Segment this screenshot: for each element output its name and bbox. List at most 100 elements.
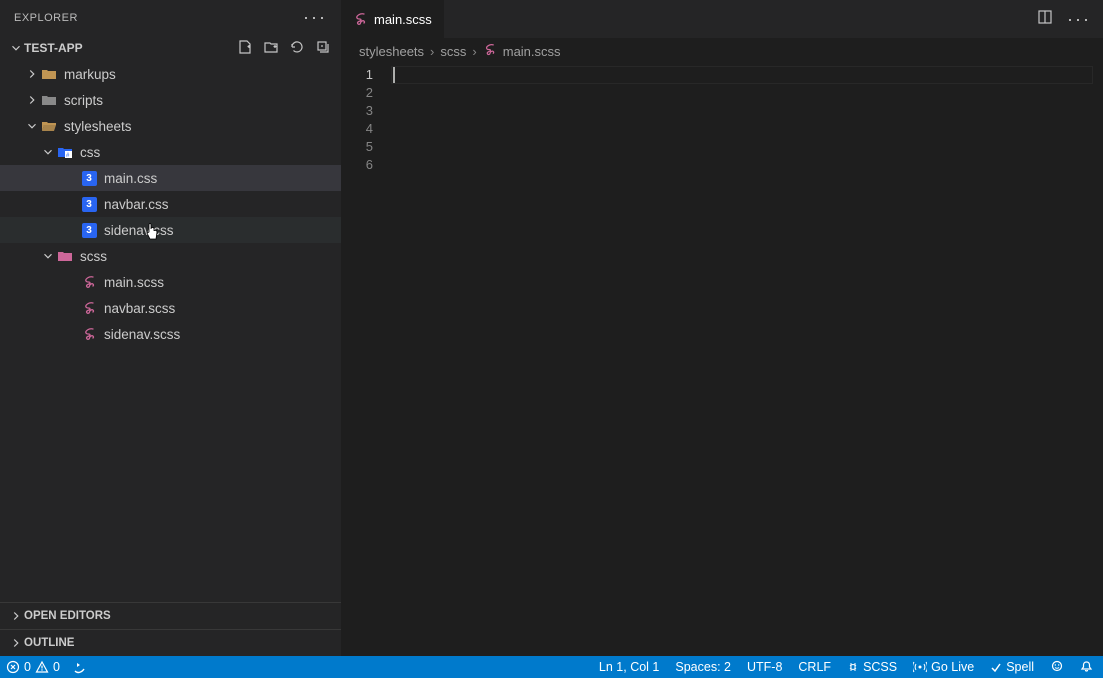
line-gutter: 1 2 3 4 5 6 [341, 64, 391, 656]
status-bell-icon[interactable] [1080, 660, 1093, 674]
project-name: TEST-APP [24, 41, 83, 55]
chevron-right-icon: › [472, 44, 476, 59]
new-file-icon[interactable] [237, 39, 253, 58]
status-language[interactable]: SCSS [847, 660, 897, 674]
scss-file-icon [80, 327, 98, 342]
explorer-header: EXPLORER ··· [0, 0, 341, 35]
text-cursor [393, 67, 395, 83]
line-number: 6 [341, 156, 373, 174]
chevron-right-icon: › [430, 44, 434, 59]
golive-label: Go Live [931, 660, 974, 674]
file-main-scss[interactable]: main.scss [0, 269, 341, 295]
file-label: sidenav.css [104, 223, 174, 238]
breadcrumb[interactable]: stylesheets › scss › main.scss [341, 38, 1103, 64]
collapse-all-icon[interactable] [315, 39, 331, 58]
css-folder-icon: # [56, 145, 74, 159]
chevron-right-icon [8, 609, 24, 623]
folder-label: scripts [64, 93, 103, 108]
folder-stylesheets[interactable]: stylesheets [0, 113, 341, 139]
scss-file-icon [483, 43, 497, 60]
folder-icon [40, 93, 58, 107]
line-number: 4 [341, 120, 373, 138]
refresh-icon[interactable] [289, 39, 305, 58]
current-line-highlight [391, 66, 1093, 84]
folder-label: stylesheets [64, 119, 132, 134]
scss-file-icon [353, 12, 368, 27]
section-label: OPEN EDITORS [24, 610, 111, 622]
status-bar: 0 0 Ln 1, Col 1 Spaces: 2 UTF-8 CRLF SCS… [0, 656, 1103, 678]
file-label: main.scss [104, 275, 164, 290]
spell-label: Spell [1006, 660, 1034, 674]
file-sidenav-css[interactable]: 3 sidenav.css [0, 217, 341, 243]
project-header[interactable]: TEST-APP [0, 35, 341, 61]
more-actions-icon[interactable]: ··· [1067, 9, 1091, 30]
chevron-right-icon [24, 67, 40, 81]
split-editor-icon[interactable] [1037, 9, 1053, 30]
explorer-sidebar: EXPLORER ··· TEST-APP markups [0, 0, 341, 656]
status-position[interactable]: Ln 1, Col 1 [599, 660, 659, 674]
code-editor[interactable]: 1 2 3 4 5 6 [341, 64, 1103, 656]
warning-count: 0 [53, 660, 60, 674]
breadcrumb-part[interactable]: scss [440, 44, 466, 59]
file-label: main.css [104, 171, 157, 186]
cursor-hand-icon [144, 223, 160, 244]
status-golive[interactable]: Go Live [913, 660, 974, 674]
file-label: navbar.css [104, 197, 169, 212]
status-feedback-icon[interactable] [1050, 660, 1064, 674]
file-label: navbar.scss [104, 301, 175, 316]
status-indent[interactable]: Spaces: 2 [675, 660, 731, 674]
scss-file-icon [80, 301, 98, 316]
chevron-down-icon [40, 249, 56, 263]
line-number: 1 [341, 66, 373, 84]
tab-actions: ··· [1037, 0, 1103, 38]
file-tree: markups scripts stylesheets # css 3 main… [0, 61, 341, 602]
breadcrumb-part[interactable]: stylesheets [359, 44, 424, 59]
status-debug[interactable] [72, 660, 88, 674]
scss-file-icon [80, 275, 98, 290]
status-spell[interactable]: Spell [990, 660, 1034, 674]
folder-label: css [80, 145, 100, 160]
line-number: 2 [341, 84, 373, 102]
file-label: sidenav.scss [104, 327, 180, 342]
explorer-title: EXPLORER [14, 12, 78, 24]
file-sidenav-scss[interactable]: sidenav.scss [0, 321, 341, 347]
folder-scripts[interactable]: scripts [0, 87, 341, 113]
language-label: SCSS [863, 660, 897, 674]
folder-scss[interactable]: scss [0, 243, 341, 269]
line-number: 5 [341, 138, 373, 156]
status-eol[interactable]: CRLF [798, 660, 831, 674]
chevron-down-icon [40, 145, 56, 159]
status-encoding[interactable]: UTF-8 [747, 660, 782, 674]
file-navbar-css[interactable]: 3 navbar.css [0, 191, 341, 217]
folder-css[interactable]: # css [0, 139, 341, 165]
folder-icon [40, 67, 58, 81]
tab-bar: main.scss ··· [341, 0, 1103, 38]
chevron-down-icon [24, 119, 40, 133]
folder-markups[interactable]: markups [0, 61, 341, 87]
section-label: OUTLINE [24, 637, 74, 649]
code-content[interactable] [391, 64, 1103, 656]
chevron-down-icon [8, 41, 24, 55]
chevron-right-icon [24, 93, 40, 107]
file-navbar-scss[interactable]: navbar.scss [0, 295, 341, 321]
new-folder-icon[interactable] [263, 39, 279, 58]
tab-label: main.scss [374, 12, 432, 27]
status-warnings[interactable]: 0 [35, 660, 60, 674]
file-main-css[interactable]: 3 main.css [0, 165, 341, 191]
folder-open-icon [40, 119, 58, 133]
status-errors[interactable]: 0 [6, 660, 31, 674]
chevron-right-icon [8, 636, 24, 650]
css-file-icon: 3 [80, 223, 98, 238]
project-actions [237, 39, 331, 58]
more-actions-icon[interactable]: ··· [303, 7, 327, 28]
folder-label: scss [80, 249, 107, 264]
error-count: 0 [24, 660, 31, 674]
folder-label: markups [64, 67, 116, 82]
breadcrumb-file[interactable]: main.scss [503, 44, 561, 59]
line-number: 3 [341, 102, 373, 120]
tab-main-scss[interactable]: main.scss [341, 0, 444, 38]
css-file-icon: 3 [80, 171, 98, 186]
editor-area: main.scss ··· stylesheets › scss › main.… [341, 0, 1103, 656]
open-editors-section[interactable]: OPEN EDITORS [0, 602, 341, 629]
outline-section[interactable]: OUTLINE [0, 629, 341, 656]
